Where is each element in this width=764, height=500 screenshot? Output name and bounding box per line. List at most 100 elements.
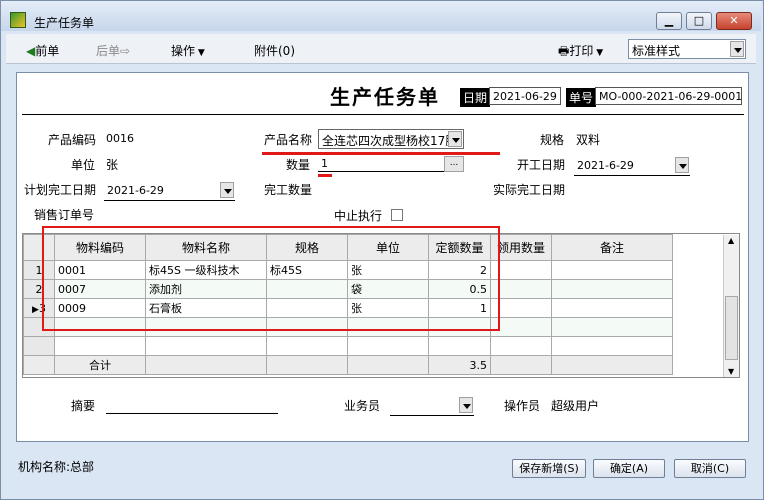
sales-order-label: 销售订单号 [34, 208, 95, 222]
product-code-value: 0016 [106, 132, 134, 145]
finished-qty-label: 完工数量 [264, 183, 313, 197]
annotation-underline-short [318, 174, 332, 177]
start-date-select[interactable]: 2021-6-29 [574, 156, 690, 176]
scroll-up-icon[interactable]: ▲ [728, 236, 734, 245]
prev-record-button[interactable]: ◀前单 [26, 42, 59, 59]
summary-label: 摘要 [71, 399, 96, 413]
arrow-right-icon: ⇨ [120, 44, 131, 58]
qty-label: 数量 [286, 158, 311, 172]
table-total-row: 合计 3.5 [23, 355, 673, 375]
template-value: 标准样式 [632, 44, 681, 58]
product-name-value: 全连芯四次成型杨校17腊 [322, 134, 448, 148]
operator-label: 操作员 [504, 399, 541, 413]
stop-exec-label: 中止执行 [334, 209, 383, 223]
total-quota: 3.5 [428, 355, 491, 375]
actual-finish-label: 实际完工日期 [493, 183, 566, 197]
start-date-label: 开工日期 [517, 158, 566, 172]
spec-label: 规格 [540, 133, 565, 147]
order-no-field[interactable]: MO-000-2021-06-29-0001 [595, 87, 742, 105]
total-cell [490, 355, 552, 375]
annotation-underline [262, 152, 500, 155]
scrollbar-thumb[interactable] [725, 296, 738, 360]
qty-lookup-button[interactable]: ... [444, 156, 464, 172]
app-icon [10, 12, 26, 28]
row-number [23, 355, 55, 375]
col-header-note[interactable]: 备注 [551, 234, 673, 261]
cell-empty[interactable] [347, 336, 429, 356]
order-no-label: 单号 [566, 88, 597, 107]
unit-value: 张 [106, 158, 119, 172]
plan-finish-label: 计划完工日期 [24, 183, 97, 197]
print-button[interactable]: 🖶打印 ▼ [558, 42, 603, 63]
form-title: 生产任务单 [330, 85, 440, 109]
template-select[interactable]: 标准样式 [628, 39, 746, 59]
product-name-select[interactable]: 全连芯四次成型杨校17腊 [318, 129, 464, 149]
plan-finish-select[interactable]: 2021-6-29 [104, 181, 235, 201]
cell-empty[interactable] [428, 336, 491, 356]
operator-value: 超级用户 [551, 399, 600, 413]
org-value-text: 总部 [70, 460, 95, 474]
spec-value: 双料 [576, 133, 601, 147]
cell-empty[interactable] [145, 336, 267, 356]
cell-note[interactable] [551, 260, 673, 280]
total-label: 合计 [54, 355, 146, 375]
caret-down-icon: ▼ [195, 48, 205, 58]
next-label: 后单 [96, 44, 121, 58]
unit-label: 单位 [71, 158, 96, 172]
cell-empty[interactable] [490, 336, 552, 356]
chevron-down-icon[interactable] [448, 131, 462, 147]
scroll-down-icon[interactable]: ▼ [728, 367, 734, 376]
product-name-label: 产品名称 [264, 133, 313, 147]
table-row-empty[interactable] [23, 336, 673, 356]
qty-value: 1 [321, 157, 328, 170]
stop-exec-checkbox[interactable] [391, 209, 403, 221]
print-label: 打印 [569, 44, 594, 58]
cancel-button[interactable]: 取消(C) [674, 459, 746, 478]
cell-empty[interactable] [551, 336, 673, 356]
next-record-button[interactable]: 后单⇨ [96, 42, 130, 59]
prev-label: 前单 [35, 44, 60, 58]
operate-menu-button[interactable]: 操作 ▼ [171, 42, 205, 59]
cell-empty[interactable] [551, 317, 673, 337]
save-new-button[interactable]: 保存新增(S) [512, 459, 586, 478]
maximize-button[interactable]: □ [686, 12, 712, 30]
org-label-text: 机构名称: [18, 460, 71, 474]
current-row-pointer-icon: ▶ [32, 304, 39, 315]
chevron-down-icon[interactable] [730, 41, 744, 57]
salesman-label: 业务员 [344, 399, 381, 413]
arrow-left-icon: ◀ [26, 44, 36, 58]
ok-button[interactable]: 确定(A) [593, 459, 665, 478]
caret-down-icon: ▼ [593, 48, 604, 58]
header-divider [22, 114, 744, 115]
cell-note[interactable] [551, 279, 673, 299]
window-title: 生产任务单 [34, 16, 95, 30]
product-code-label: 产品编码 [48, 133, 97, 147]
attachment-button[interactable]: 附件(0) [254, 42, 295, 59]
chevron-down-icon[interactable] [675, 157, 689, 173]
total-cell [266, 355, 348, 375]
minimize-button[interactable]: ▁ [656, 12, 682, 30]
plan-finish-value: 2021-6-29 [107, 184, 164, 197]
qty-field[interactable]: 1 [318, 156, 444, 172]
annotation-highlight-box [42, 226, 500, 331]
row-number[interactable] [23, 336, 55, 356]
cell-note[interactable] [551, 298, 673, 318]
date-field[interactable]: 2021-06-29 [489, 87, 561, 105]
close-button[interactable]: ✕ [716, 12, 752, 30]
chevron-down-icon[interactable] [220, 182, 234, 198]
attach-label: 附件(0) [254, 44, 295, 58]
org-name-label: 机构名称:总部 [18, 458, 94, 475]
chevron-down-icon[interactable] [459, 397, 473, 413]
printer-icon: 🖶 [558, 44, 570, 58]
operate-label: 操作 [171, 44, 196, 58]
title-bar [1, 1, 761, 31]
summary-field[interactable] [106, 398, 278, 414]
cell-empty[interactable] [266, 336, 348, 356]
date-label: 日期 [460, 88, 491, 107]
total-cell [145, 355, 267, 375]
total-cell [347, 355, 429, 375]
salesman-select[interactable] [390, 396, 474, 416]
total-cell [551, 355, 673, 375]
cell-empty[interactable] [54, 336, 146, 356]
start-date-value: 2021-6-29 [577, 159, 634, 172]
